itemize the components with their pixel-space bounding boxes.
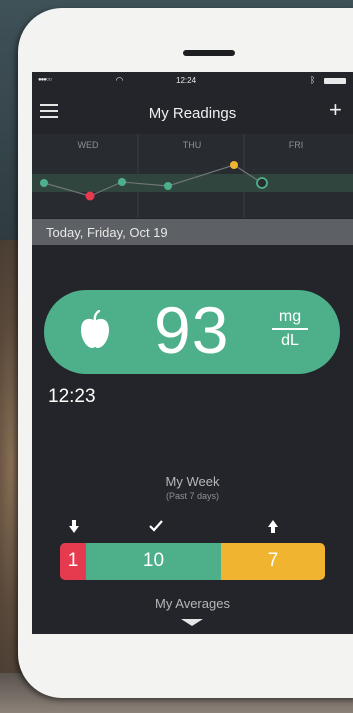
battery-icon: [324, 78, 346, 84]
day-label-thu: THU: [183, 140, 202, 150]
trend-point[interactable]: [230, 161, 238, 169]
trend-point-current[interactable]: [256, 177, 268, 189]
trend-point[interactable]: [85, 191, 95, 201]
chevron-down-icon[interactable]: [181, 619, 203, 627]
unit-denominator: dL: [281, 332, 299, 349]
phone-speaker: [183, 50, 235, 56]
week-subtitle: (Past 7 days): [165, 491, 220, 501]
date-banner: Today, Friday, Oct 19: [32, 219, 353, 245]
trend-strip[interactable]: WED THU FRI: [32, 134, 353, 218]
target-range-band: [32, 174, 353, 192]
checkmark-icon: [149, 519, 163, 536]
week-summary-bar[interactable]: 1 10 7: [60, 543, 325, 580]
reading-card[interactable]: 93 mg dL: [44, 290, 340, 374]
bluetooth-icon: ᛒ: [310, 75, 316, 85]
trend-chart: WED THU FRI: [32, 134, 353, 218]
unit-numerator: mg: [278, 308, 302, 325]
day-label-fri: FRI: [289, 140, 304, 150]
trend-point[interactable]: [118, 178, 126, 186]
trend-point[interactable]: [164, 182, 172, 190]
page-title: My Readings: [148, 105, 237, 122]
status-bar: ●●●○○ ◜◝ 12:24 ᛒ: [32, 72, 353, 90]
status-time: 12:24: [176, 76, 197, 85]
signal-icon: ●●●○○: [38, 77, 52, 83]
glucose-unit: mg dL: [268, 308, 312, 350]
week-title: My Week: [165, 474, 220, 489]
low-count: 1: [67, 550, 79, 571]
nav-bar: My Readings +: [32, 90, 353, 134]
low-segment[interactable]: 1: [60, 543, 86, 580]
glucose-value: 93: [154, 293, 230, 367]
apple-icon: [81, 310, 109, 348]
in-range-segment[interactable]: 10: [86, 543, 221, 580]
wifi-icon: ◜◝: [116, 75, 123, 85]
reading-time: 12:23: [48, 386, 96, 407]
high-count: 7: [267, 550, 279, 571]
trend-point[interactable]: [40, 179, 48, 187]
arrow-up-icon: [268, 520, 278, 537]
high-segment[interactable]: 7: [221, 543, 325, 580]
date-label: Today, Friday, Oct 19: [46, 225, 168, 240]
day-label-wed: WED: [78, 140, 99, 150]
in-range-count: 10: [142, 550, 165, 571]
arrow-down-icon: [69, 520, 79, 537]
plus-icon[interactable]: +: [329, 99, 342, 121]
averages-label[interactable]: My Averages: [32, 596, 353, 611]
app-screen: ●●●○○ ◜◝ 12:24 ᛒ My Readings + WED THU F…: [32, 72, 353, 634]
